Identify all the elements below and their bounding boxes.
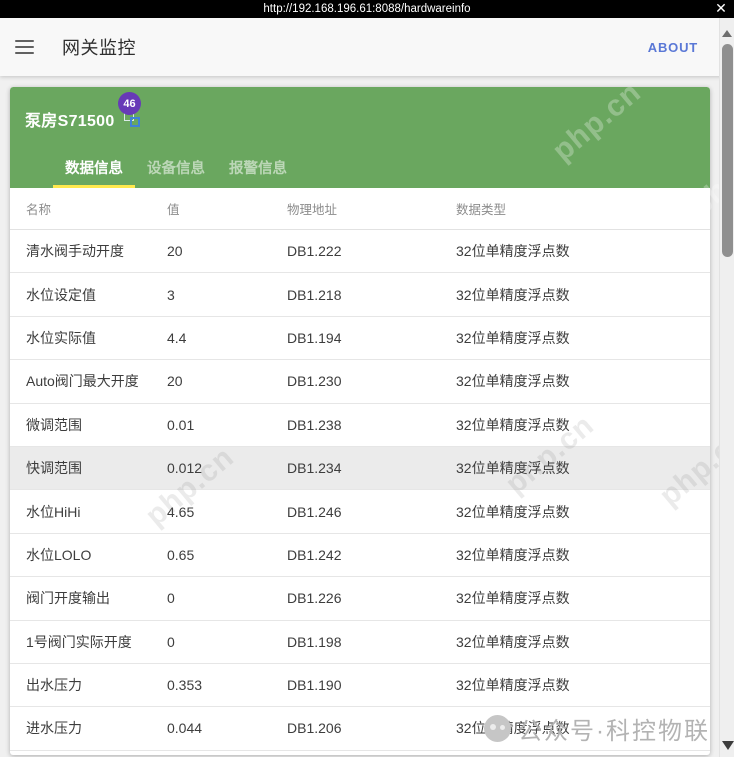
url-bar: http://192.168.196.61:8088/hardwareinfo … xyxy=(0,0,734,18)
cell-type: 32位单精度浮点数 xyxy=(456,633,570,650)
cell-address: DB1.190 xyxy=(287,677,342,694)
cell-type: 32位单精度浮点数 xyxy=(456,243,570,260)
tab-bar: 数据信息 设备信息 报警信息 xyxy=(53,150,299,188)
app-toolbar: 网关监控 ABOUT xyxy=(0,18,734,76)
cell-name: 快调范围 xyxy=(26,460,82,477)
table-row[interactable]: 快调范围 0.012 DB1.234 32位单精度浮点数 xyxy=(10,446,710,491)
cell-value: 0.01 xyxy=(167,416,195,433)
cell-name: Auto阀门最大开度 xyxy=(26,373,139,390)
table-row[interactable]: 水位设定值 3 DB1.218 32位单精度浮点数 xyxy=(10,273,710,317)
table-row[interactable]: 清水阀手动开度 20 DB1.222 32位单精度浮点数 xyxy=(10,230,710,274)
tag-count-badge: 46 xyxy=(118,92,141,115)
table-row[interactable]: 微调范围 0.01 DB1.238 32位单精度浮点数 xyxy=(10,404,710,447)
scroll-up-arrow-icon[interactable] xyxy=(722,30,732,37)
cell-value: 0 xyxy=(167,590,175,607)
cell-address: DB1.242 xyxy=(287,546,342,563)
cell-address: DB1.206 xyxy=(287,720,342,737)
cell-type: 32位单精度浮点数 xyxy=(456,286,570,303)
cell-type: 32位单精度浮点数 xyxy=(456,373,570,390)
cell-value: 0.65 xyxy=(167,546,195,563)
page-title: 网关监控 xyxy=(62,38,136,58)
table-row[interactable]: 阀门开度输出 0 DB1.226 32位单精度浮点数 xyxy=(10,577,710,621)
card-header: 泵房S71500 46 数据信息 设备信息 报警信息 xyxy=(10,87,710,188)
column-header-address: 物理地址 xyxy=(287,203,338,217)
table-row[interactable]: 1号阀门实际开度 0 DB1.198 32位单精度浮点数 xyxy=(10,621,710,664)
device-card: 泵房S71500 46 数据信息 设备信息 报警信息 名称 值 物理地址 数据类… xyxy=(10,87,710,755)
cell-type: 32位单精度浮点数 xyxy=(456,677,570,694)
cell-value: 0 xyxy=(167,633,175,650)
cell-name: 水位HiHi xyxy=(26,503,81,520)
cell-address: DB1.234 xyxy=(287,460,342,477)
cell-address: DB1.194 xyxy=(287,329,342,346)
cell-address: DB1.198 xyxy=(287,633,342,650)
tab-alarm-info[interactable]: 报警信息 xyxy=(217,150,299,188)
table-row[interactable]: 进水压力 0.044 DB1.206 32位单精度浮点数 xyxy=(10,707,710,751)
menu-icon[interactable] xyxy=(15,40,34,54)
cell-value: 20 xyxy=(167,373,183,390)
cell-type: 32位单精度浮点数 xyxy=(456,590,570,607)
column-header-name: 名称 xyxy=(26,203,52,217)
cell-name: 水位LOLO xyxy=(26,546,92,563)
table-row[interactable]: 出水压力 0.353 DB1.190 32位单精度浮点数 xyxy=(10,664,710,708)
table-row[interactable]: 水位LOLO 0.65 DB1.242 32位单精度浮点数 xyxy=(10,534,710,578)
cell-type: 32位单精度浮点数 xyxy=(456,416,570,433)
cell-name: 进水压力 xyxy=(26,720,82,737)
table-header: 名称 值 物理地址 数据类型 xyxy=(10,188,710,230)
cell-name: 阀门开度输出 xyxy=(26,590,110,607)
cell-address: DB1.218 xyxy=(287,286,342,303)
cell-address: DB1.222 xyxy=(287,243,342,260)
cell-value: 0.044 xyxy=(167,720,203,737)
cell-name: 微调范围 xyxy=(26,416,82,433)
cell-value: 4.65 xyxy=(167,503,195,520)
cell-value: 3 xyxy=(167,286,175,303)
cell-value: 0.353 xyxy=(167,677,203,694)
cell-name: 1号阀门实际开度 xyxy=(26,633,132,650)
tab-data-info[interactable]: 数据信息 xyxy=(53,150,135,188)
cell-value: 20 xyxy=(167,243,183,260)
cell-address: DB1.230 xyxy=(287,373,342,390)
table-row[interactable]: 水位HiHi 4.65 DB1.246 32位单精度浮点数 xyxy=(10,490,710,534)
close-icon[interactable]: ✕ xyxy=(713,0,729,18)
scrollbar-thumb[interactable] xyxy=(722,44,733,257)
column-header-value: 值 xyxy=(167,203,180,217)
column-header-type: 数据类型 xyxy=(456,203,507,217)
table-body: 清水阀手动开度 20 DB1.222 32位单精度浮点数 水位设定值 3 DB1… xyxy=(10,230,710,751)
url-text: http://192.168.196.61:8088/hardwareinfo xyxy=(263,3,471,15)
cell-name: 清水阀手动开度 xyxy=(26,243,124,260)
cell-name: 水位设定值 xyxy=(26,286,96,303)
cell-name: 水位实际值 xyxy=(26,329,96,346)
cell-type: 32位单精度浮点数 xyxy=(456,503,570,520)
cell-value: 4.4 xyxy=(167,329,187,346)
table-row[interactable]: 水位实际值 4.4 DB1.194 32位单精度浮点数 xyxy=(10,317,710,361)
cell-address: DB1.246 xyxy=(287,503,342,520)
cell-type: 32位单精度浮点数 xyxy=(456,546,570,563)
cell-type: 32位单精度浮点数 xyxy=(456,329,570,346)
cell-type: 32位单精度浮点数 xyxy=(456,720,570,737)
about-link[interactable]: ABOUT xyxy=(648,40,698,55)
tab-device-info[interactable]: 设备信息 xyxy=(135,150,217,188)
vertical-scrollbar[interactable] xyxy=(719,18,734,757)
cell-type: 32位单精度浮点数 xyxy=(456,460,570,477)
cell-address: DB1.226 xyxy=(287,590,342,607)
device-name: 泵房S71500 xyxy=(25,113,115,130)
cell-address: DB1.238 xyxy=(287,416,342,433)
table-row[interactable]: Auto阀门最大开度 20 DB1.230 32位单精度浮点数 xyxy=(10,360,710,404)
scroll-down-arrow-icon[interactable] xyxy=(722,741,734,750)
cell-value: 0.012 xyxy=(167,460,203,477)
cell-name: 出水压力 xyxy=(26,677,82,694)
